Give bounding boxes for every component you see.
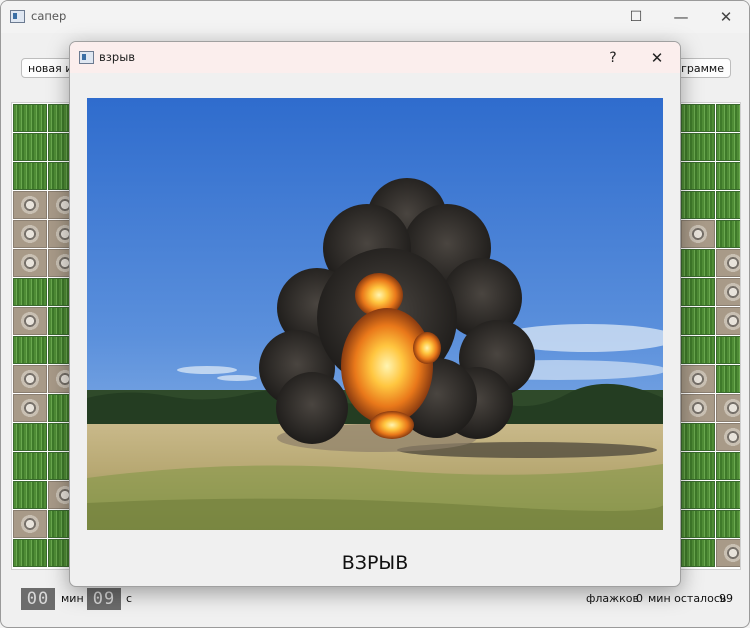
grass-cell[interactable] — [681, 539, 715, 567]
grass-cell[interactable] — [716, 452, 740, 480]
grass-cell[interactable] — [13, 162, 47, 190]
seconds-display: 09 — [87, 588, 121, 610]
grass-cell[interactable] — [716, 336, 740, 364]
grass-cell[interactable] — [716, 104, 740, 132]
grass-cell[interactable] — [13, 336, 47, 364]
grass-cell[interactable] — [681, 510, 715, 538]
grass-cell[interactable] — [716, 481, 740, 509]
minutes-label: мин — [61, 592, 84, 605]
explosion-image — [87, 98, 663, 530]
grass-cell[interactable] — [716, 510, 740, 538]
seconds-label: с — [126, 592, 133, 605]
mine-cell[interactable] — [716, 307, 740, 335]
explosion-photo — [87, 98, 663, 530]
explosion-dialog: взрыв ? ✕ ВЗРЫВ — [69, 41, 681, 587]
grass-cell[interactable] — [13, 481, 47, 509]
grass-cell[interactable] — [13, 423, 47, 451]
mine-cell[interactable] — [13, 249, 47, 277]
grass-cell[interactable] — [681, 191, 715, 219]
grass-cell[interactable] — [13, 104, 47, 132]
mine-cell[interactable] — [681, 220, 715, 248]
grass-cell[interactable] — [681, 278, 715, 306]
dialog-close-button[interactable]: ✕ — [642, 46, 672, 70]
grass-cell[interactable] — [716, 162, 740, 190]
app-window-icon — [10, 10, 25, 23]
grass-cell[interactable] — [681, 104, 715, 132]
grass-cell[interactable] — [681, 452, 715, 480]
mine-cell[interactable] — [13, 510, 47, 538]
mine-cell[interactable] — [716, 539, 740, 567]
grass-cell[interactable] — [716, 133, 740, 161]
mine-cell[interactable] — [13, 307, 47, 335]
grass-cell[interactable] — [716, 365, 740, 393]
grass-cell[interactable] — [13, 133, 47, 161]
mine-cell[interactable] — [13, 394, 47, 422]
flags-count: 0 — [636, 592, 643, 605]
grass-cell[interactable] — [681, 336, 715, 364]
mine-cell[interactable] — [681, 394, 715, 422]
grass-cell[interactable] — [681, 162, 715, 190]
mines-left-label: мин осталось — [648, 592, 727, 605]
mine-cell[interactable] — [681, 365, 715, 393]
mine-cell[interactable] — [13, 191, 47, 219]
grass-cell[interactable] — [681, 249, 715, 277]
minutes-display: 00 — [21, 588, 55, 610]
window-title: сапер — [31, 9, 67, 23]
grass-cell[interactable] — [13, 539, 47, 567]
dialog-title: взрыв — [99, 50, 136, 64]
grass-cell[interactable] — [716, 220, 740, 248]
status-bar: 00 мин 09 с флажков 0 мин осталось 99 — [1, 586, 749, 612]
mine-cell[interactable] — [13, 365, 47, 393]
grass-cell[interactable] — [681, 307, 715, 335]
mine-cell[interactable] — [716, 249, 740, 277]
dialog-window-icon — [79, 51, 94, 64]
grass-cell[interactable] — [681, 481, 715, 509]
explosion-caption: ВЗРЫВ — [341, 552, 409, 574]
grass-cell[interactable] — [13, 278, 47, 306]
grass-cell[interactable] — [716, 191, 740, 219]
grass-cell[interactable] — [13, 452, 47, 480]
game-board-left[interactable] — [11, 102, 72, 570]
mine-cell[interactable] — [13, 220, 47, 248]
game-board-right[interactable] — [679, 102, 741, 570]
title-bar: сапер — ☐ ✕ — [1, 1, 749, 33]
help-button[interactable]: ? — [598, 46, 628, 70]
mine-cell[interactable] — [716, 278, 740, 306]
minimize-button[interactable]: — — [658, 4, 704, 30]
mine-cell[interactable] — [716, 423, 740, 451]
mines-left-count: 99 — [719, 592, 733, 605]
close-button[interactable]: ✕ — [703, 4, 749, 30]
grass-cell[interactable] — [681, 133, 715, 161]
maximize-button[interactable]: ☐ — [613, 4, 659, 30]
dialog-title-bar: взрыв ? ✕ — [70, 42, 680, 73]
mine-cell[interactable] — [716, 394, 740, 422]
grass-cell[interactable] — [681, 423, 715, 451]
flags-label: флажков — [586, 592, 639, 605]
